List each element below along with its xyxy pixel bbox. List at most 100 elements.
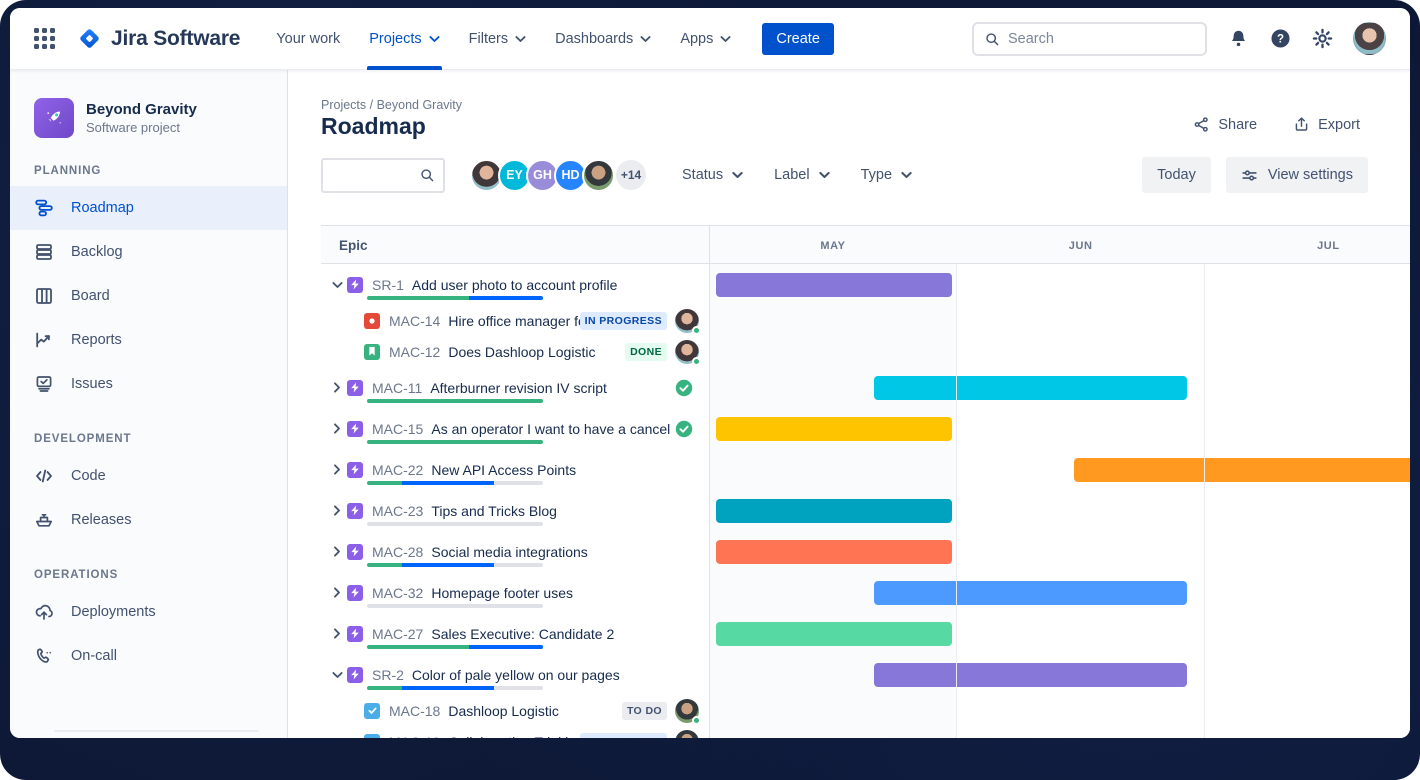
sidebar-item-board[interactable]: Board [10,274,287,318]
issue-row-mac-14[interactable]: MAC-14Hire office manager forIN PROGRESS [321,305,1410,336]
header-actions: Share Export [1193,116,1360,133]
nav-item-your-work[interactable]: Your work [276,8,340,70]
assignee-avatar[interactable] [675,309,699,333]
nav-item-apps[interactable]: Apps [680,8,731,70]
timeline-bar-mac-28[interactable] [716,540,952,564]
share-button[interactable]: Share [1193,116,1257,133]
expand-chevron-icon[interactable] [329,382,345,393]
collapse-chevron-icon[interactable] [329,671,345,679]
epic-row-mac-11[interactable]: MAC-11Afterburner revision IV script [321,367,1410,408]
assignee-avatar[interactable] [675,699,699,723]
project-header[interactable]: Beyond Gravity Software project [10,98,287,138]
expand-chevron-icon[interactable] [329,546,345,557]
issue-title: Social media integrations [431,544,587,560]
sidebar-item-roadmap[interactable]: Roadmap [10,186,287,230]
nav-item-projects[interactable]: Projects [369,8,439,70]
sidebar-item-issues[interactable]: Issues [10,362,287,406]
nav-item-dashboards[interactable]: Dashboards [555,8,651,70]
expand-chevron-icon[interactable] [329,464,345,475]
filter-type[interactable]: Type [861,167,912,183]
epic-row-mac-32[interactable]: MAC-32Homepage footer uses [321,572,1410,613]
sidebar-section-label: OPERATIONS [10,569,287,581]
settings-gear-icon[interactable] [1312,28,1333,49]
issue-key: MAC-11 [372,380,422,396]
timeline-bar-mac-15[interactable] [716,417,952,441]
search-icon [984,31,1000,47]
roadmap-search[interactable] [321,158,445,193]
expand-chevron-icon[interactable] [329,423,345,434]
issue-row-mac-12[interactable]: MAC-12 Does Dashloop Logistic DONE [321,336,1410,367]
epic-progress-bar [367,522,543,526]
project-name: Beyond Gravity [86,101,197,118]
nav-item-label: Projects [369,31,421,47]
epic-row-sr-1[interactable]: SR-1Add user photo to account profile [321,264,1410,305]
global-search-input[interactable] [1008,31,1195,47]
breadcrumb[interactable]: Projects / Beyond Gravity [321,98,462,112]
timeline-bar-mac-22[interactable] [1074,458,1410,482]
nav-item-filters[interactable]: Filters [469,8,526,70]
sidebar-item-code[interactable]: Code [10,454,287,498]
status-badge[interactable]: DONE [625,343,667,361]
jira-logo[interactable]: Jira Software [77,26,240,51]
avatar[interactable] [582,159,615,192]
global-search[interactable] [972,22,1207,56]
filter-label[interactable]: Label [774,167,829,183]
timeline-bar-mac-32[interactable] [874,581,1187,605]
collapse-chevron-icon[interactable] [329,281,345,289]
sidebar-item-backlog[interactable]: Backlog [10,230,287,274]
page-title: Roadmap [321,113,426,140]
row-details: MAC-12 Does Dashloop Logistic DONE [321,336,709,367]
row-timeline [709,613,1410,654]
status-badge[interactable]: TO DO [622,702,667,720]
help-icon[interactable]: ? [1270,28,1291,49]
sidebar-item-reports[interactable]: Reports [10,318,287,362]
task-type-icon [364,703,380,719]
epic-row-mac-23[interactable]: MAC-23Tips and Tricks Blog [321,490,1410,531]
notifications-bell-icon[interactable] [1228,28,1249,49]
epic-row-mac-27[interactable]: MAC-27Sales Executive: Candidate 2 [321,613,1410,654]
view-settings-button[interactable]: View settings [1226,157,1368,193]
epic-row-mac-28[interactable]: MAC-28Social media integrations [321,531,1410,572]
assignee-avatar[interactable] [675,730,699,739]
sidebar-item-label: On-call [71,648,117,664]
expand-chevron-icon[interactable] [329,628,345,639]
avatar-overflow-badge[interactable]: +14 [616,160,646,190]
sidebar-item-on-call[interactable]: On-call [10,634,287,678]
row-details: MAC-19Collaboration Trial backIN PROGRES… [321,726,709,738]
timeline-bar-mac-11[interactable] [874,376,1187,400]
sidebar-resize-divider[interactable] [54,730,259,732]
assignee-avatar[interactable] [675,340,699,364]
timeline-bar-sr-2[interactable] [874,663,1187,687]
row-details: MAC-32Homepage footer uses [321,572,709,613]
epic-type-icon [347,585,363,601]
user-avatar[interactable] [1353,22,1386,55]
timeline-bar-mac-23[interactable] [716,499,952,523]
row-timeline [709,695,1410,726]
roadmap-search-input[interactable] [331,167,419,183]
filter-status[interactable]: Status [682,167,743,183]
nav-item-label: Apps [680,31,713,47]
epic-column-divider[interactable] [709,225,710,738]
epic-row-mac-22[interactable]: MAC-22New API Access Points [321,449,1410,490]
status-badge[interactable]: IN PROGRESS [580,312,667,330]
timeline-bar-mac-27[interactable] [716,622,952,646]
sidebar-item-deployments[interactable]: Deployments [10,590,287,634]
export-button[interactable]: Export [1293,116,1360,133]
issue-row-mac-19[interactable]: MAC-19Collaboration Trial backIN PROGRES… [321,726,1410,738]
issue-row-mac-18[interactable]: MAC-18Dashloop LogisticTO DO [321,695,1410,726]
expand-chevron-icon[interactable] [329,505,345,516]
today-button[interactable]: Today [1142,157,1211,193]
issue-title: Does Dashloop Logistic [448,344,595,360]
create-button[interactable]: Create [762,23,834,55]
rocket-icon [42,106,66,130]
issue-key: MAC-12 [389,344,440,360]
status-badge[interactable]: IN PROGRESS [580,733,667,739]
epic-row-mac-15[interactable]: MAC-15As an operator I want to have a ca… [321,408,1410,449]
timeline-bar-sr-1[interactable] [716,273,952,297]
sidebar-item-releases[interactable]: Releases [10,498,287,542]
issue-key: MAC-19 [389,734,440,739]
epic-row-sr-2[interactable]: SR-2Color of pale yellow on our pages [321,654,1410,695]
app-switcher-icon[interactable] [34,28,55,49]
expand-chevron-icon[interactable] [329,587,345,598]
epic-type-icon [347,421,363,437]
